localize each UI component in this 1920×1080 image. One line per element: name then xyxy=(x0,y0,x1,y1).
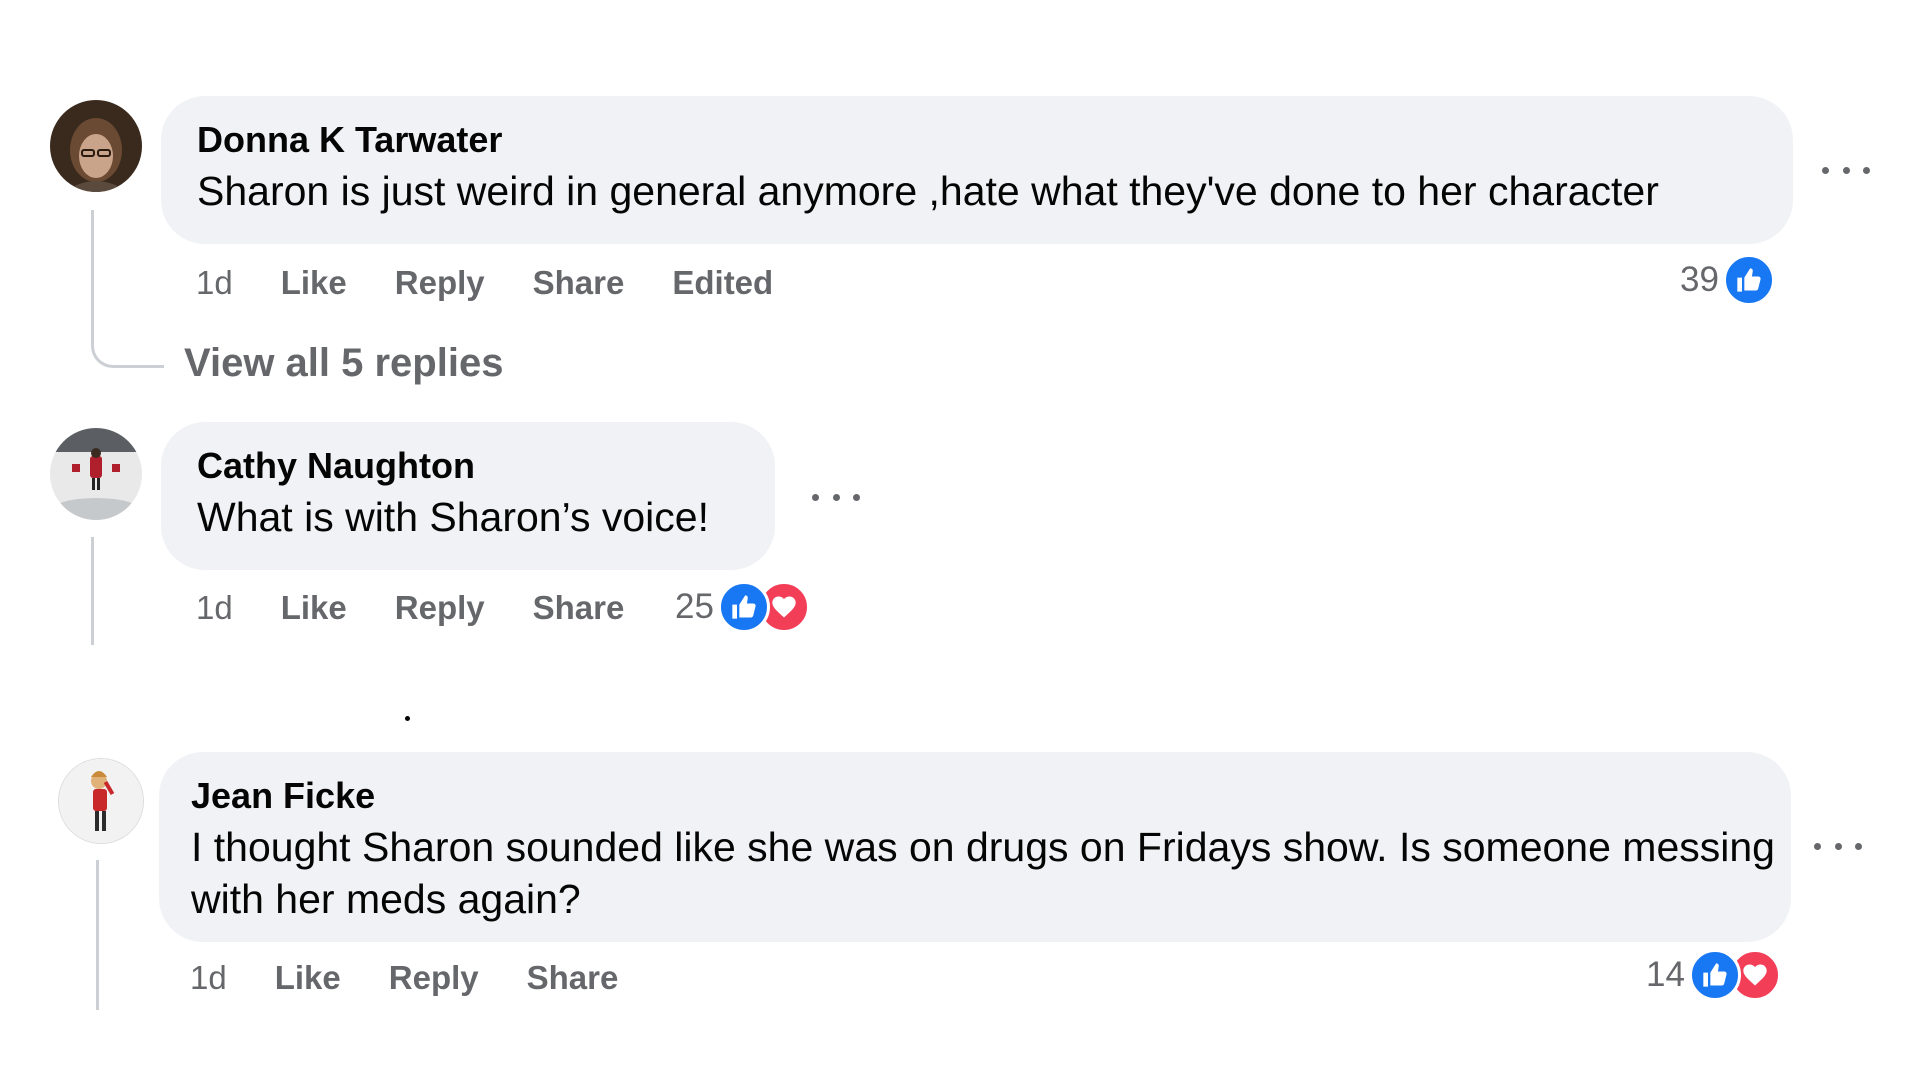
share-button[interactable]: Share xyxy=(533,588,625,628)
like-button[interactable]: Like xyxy=(281,588,347,628)
reaction-summary[interactable]: 14 xyxy=(1646,948,1781,1002)
comment-actions: 1d Like Reply Share xyxy=(196,588,624,628)
avatar[interactable] xyxy=(50,428,142,520)
more-options-button[interactable] xyxy=(1814,836,1862,856)
dot-icon xyxy=(812,493,819,501)
reply-button[interactable]: Reply xyxy=(395,263,485,303)
comment-author[interactable]: Donna K Tarwater xyxy=(197,120,502,160)
like-icon xyxy=(1722,254,1775,306)
view-replies-link[interactable]: View all 5 replies xyxy=(184,340,503,386)
reaction-summary[interactable]: 39 xyxy=(1680,253,1775,307)
comment-text-line-2: with her meds again? xyxy=(191,876,581,922)
like-button[interactable]: Like xyxy=(275,958,341,998)
comment-bubble: Donna K Tarwater Sharon is just weird in… xyxy=(161,96,1793,244)
dot-icon xyxy=(853,493,860,501)
comment-text: What is with Sharon’s voice! xyxy=(197,494,709,540)
like-button[interactable]: Like xyxy=(281,263,347,303)
avatar[interactable] xyxy=(50,100,142,192)
comment-timestamp[interactable]: 1d xyxy=(196,263,233,303)
dot-icon xyxy=(1863,166,1870,174)
stray-dot xyxy=(405,716,410,721)
comment-actions: 1d Like Reply Share Edited xyxy=(196,263,821,303)
reply-button[interactable]: Reply xyxy=(395,588,485,628)
comment-author[interactable]: Jean Ficke xyxy=(191,776,375,816)
share-button[interactable]: Share xyxy=(533,263,625,303)
profile-photo-icon xyxy=(50,428,142,520)
comment-timestamp[interactable]: 1d xyxy=(190,958,227,998)
comment-timestamp[interactable]: 1d xyxy=(196,588,233,628)
dot-icon xyxy=(1814,842,1821,850)
profile-photo-icon xyxy=(59,759,143,843)
thread-connector xyxy=(91,537,94,645)
like-icon xyxy=(1688,949,1741,1001)
comment-bubble: Cathy Naughton What is with Sharon’s voi… xyxy=(161,422,775,570)
comment-actions: 1d Like Reply Share xyxy=(190,958,666,998)
dot-icon xyxy=(1855,842,1862,850)
more-options-button[interactable] xyxy=(1822,160,1870,180)
dot-icon xyxy=(1834,842,1842,850)
comment-text-line-1: I thought Sharon sounded like she was on… xyxy=(191,824,1775,870)
comment-author[interactable]: Cathy Naughton xyxy=(197,446,475,486)
reaction-count: 39 xyxy=(1680,260,1719,299)
reaction-count: 25 xyxy=(675,587,714,626)
dot-icon xyxy=(1822,166,1829,174)
like-icon xyxy=(717,581,770,633)
more-options-button[interactable] xyxy=(812,487,860,507)
edited-label: Edited xyxy=(672,264,774,301)
dot-icon xyxy=(832,493,840,501)
profile-photo-icon xyxy=(50,100,142,192)
comment-text: Sharon is just weird in general anymore … xyxy=(197,168,1659,214)
thread-connector xyxy=(91,210,164,368)
reaction-count: 14 xyxy=(1646,955,1685,994)
share-button[interactable]: Share xyxy=(527,958,619,998)
reply-button[interactable]: Reply xyxy=(389,958,479,998)
thread-connector xyxy=(96,860,99,1010)
reaction-summary[interactable]: 25 xyxy=(675,580,810,634)
comment-bubble: Jean Ficke I thought Sharon sounded like… xyxy=(159,752,1791,942)
dot-icon xyxy=(1842,166,1850,174)
avatar[interactable] xyxy=(58,758,144,844)
